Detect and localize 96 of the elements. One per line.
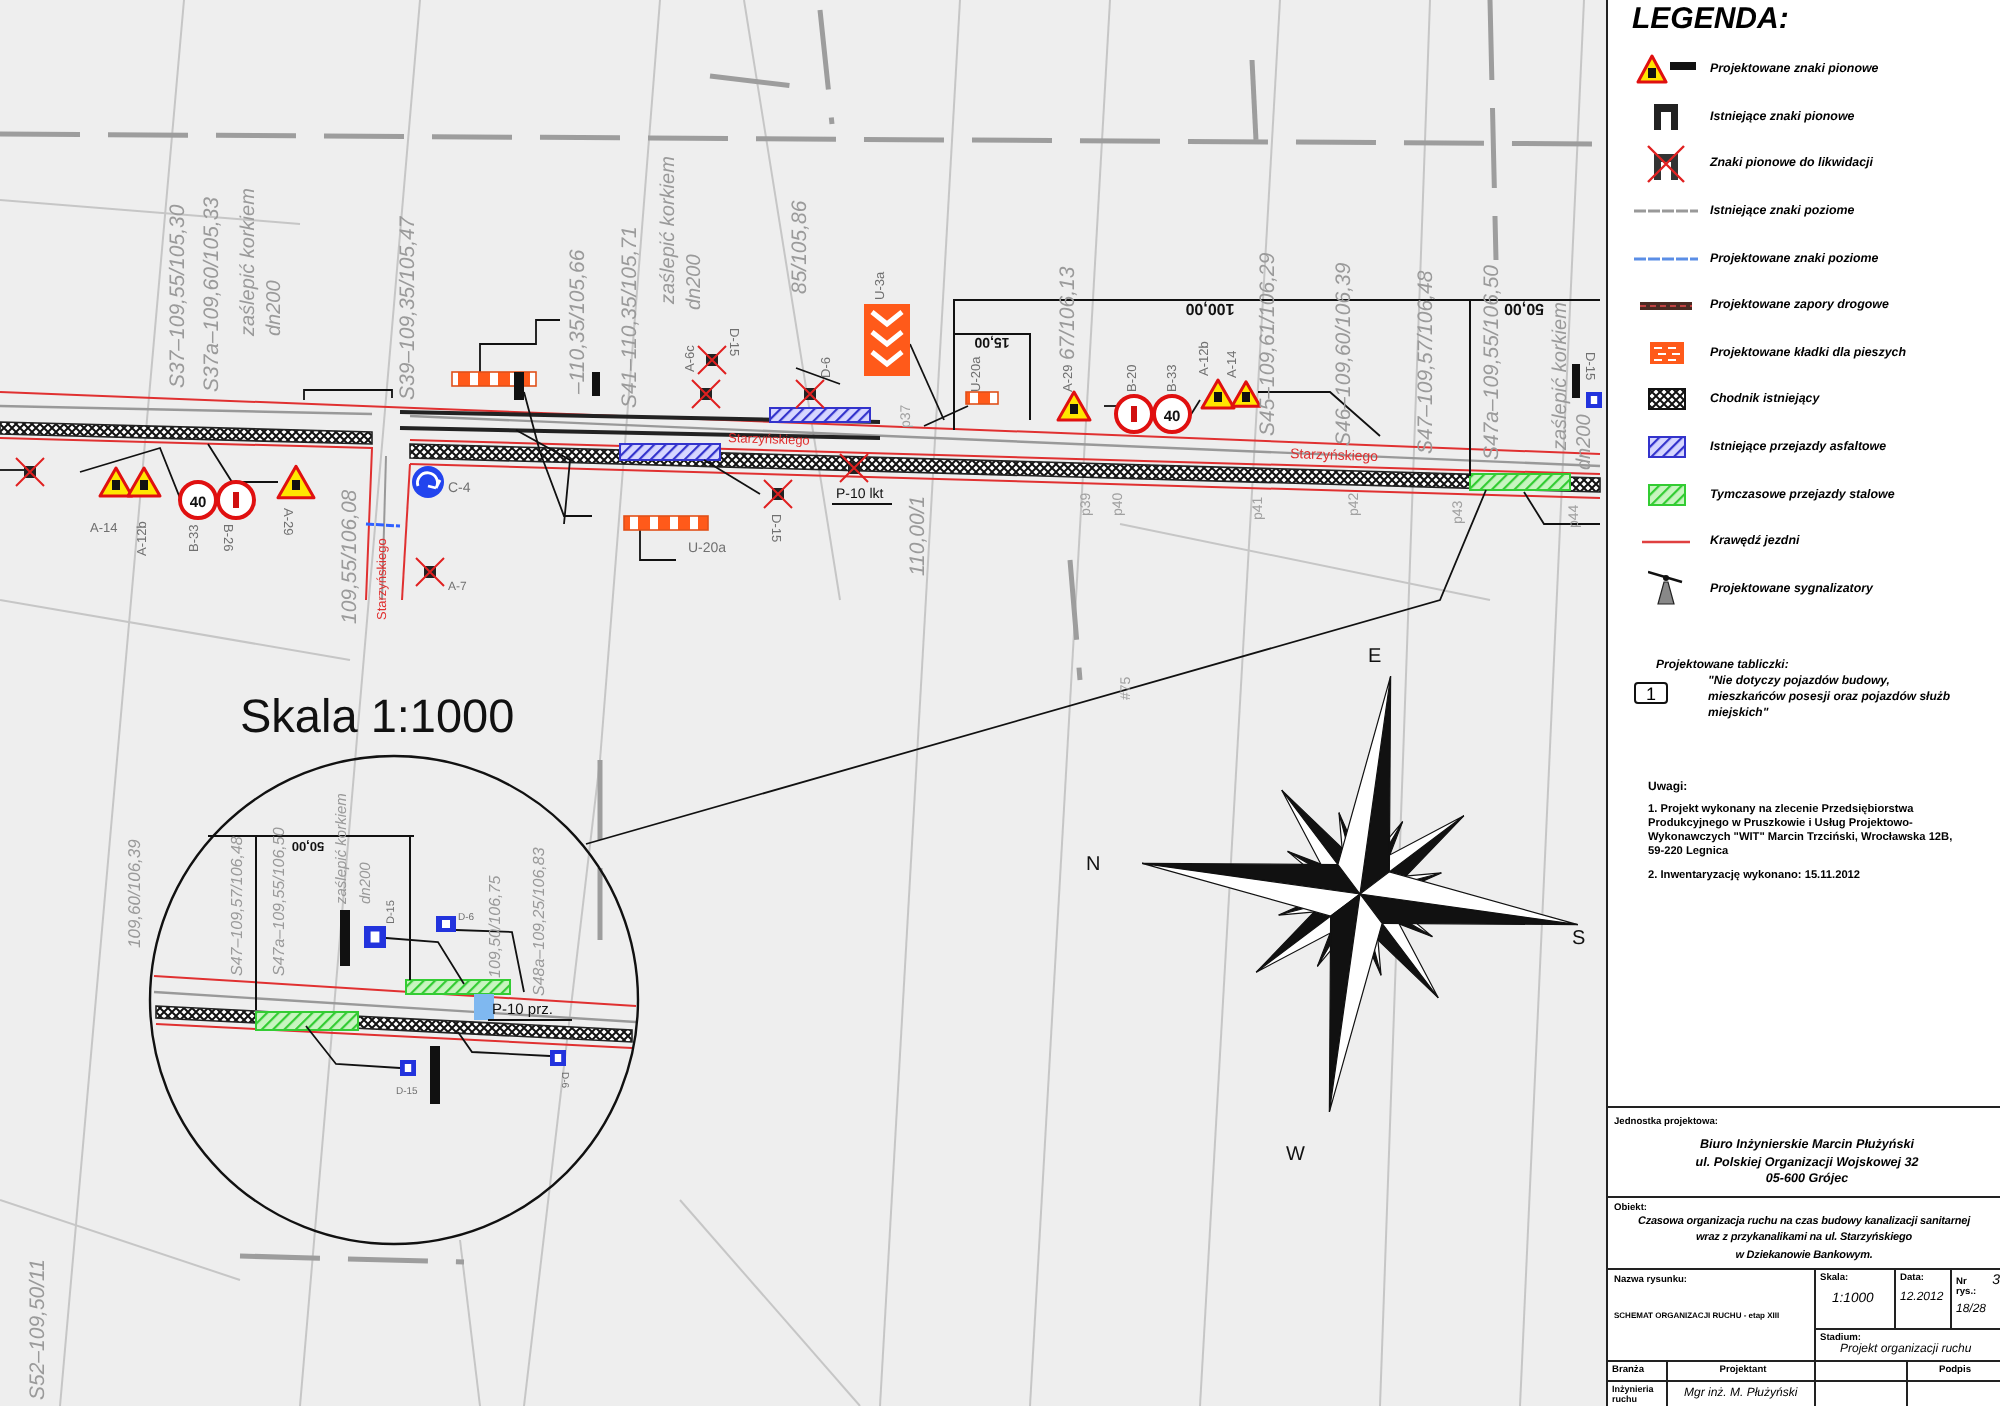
warning-sign-icon xyxy=(126,466,162,498)
sign-post-icon xyxy=(430,1046,440,1104)
warning-sign-icon xyxy=(1636,54,1696,85)
leader-line xyxy=(305,1025,401,1069)
leader-line xyxy=(1189,399,1201,417)
crossed-out-sign-icon xyxy=(1646,143,1686,184)
hatched-swatch-icon xyxy=(1647,483,1685,506)
plate-number: 1 xyxy=(1634,682,1668,705)
crossed-out-sign-icon xyxy=(839,453,869,483)
station-label: S52–109,50/11 xyxy=(26,1259,50,1400)
legend-title: LEGENDA: xyxy=(1630,0,1791,40)
dashed-line-icon xyxy=(1634,208,1698,215)
hatched-crossing-area xyxy=(405,979,511,995)
leader-line xyxy=(487,1019,573,1021)
leader-line xyxy=(303,389,393,401)
leader-line xyxy=(385,937,465,985)
leader-line xyxy=(515,429,571,525)
station-label: dn200 xyxy=(1574,414,1596,470)
dimension-value: 50,00 xyxy=(1503,300,1545,318)
crosshatch-swatch-icon xyxy=(1647,388,1685,411)
hatched-crossing-area xyxy=(255,1011,359,1031)
leader-line xyxy=(479,319,561,373)
barrier-panel-icon xyxy=(965,391,999,405)
compass-south-label: S xyxy=(1572,928,1586,950)
station-label: 85/105,86 xyxy=(788,200,812,294)
barrier-panel-icon xyxy=(1649,341,1683,364)
lamp-stand-icon xyxy=(1648,570,1684,607)
crossed-out-sign-icon xyxy=(15,457,45,487)
station-label: dn200 xyxy=(264,280,286,336)
warning-sign-icon xyxy=(1200,378,1236,410)
station-label: 109,60/106,39 xyxy=(124,839,144,948)
hatched-crossing-area xyxy=(1469,473,1571,491)
leader-line xyxy=(207,443,279,483)
solid-line-icon xyxy=(1642,539,1690,544)
station-label: 67/106,13 xyxy=(1056,266,1080,360)
hatched-crossing-area xyxy=(619,443,721,461)
station-label: S47–109,57/106,48 xyxy=(228,836,246,976)
station-label: S37–109,55/105,30 xyxy=(166,204,190,388)
leader-line xyxy=(1523,491,1601,525)
station-label: 109,50/106,75 xyxy=(486,875,504,978)
warning-sign-icon xyxy=(276,464,316,500)
sign-post-icon xyxy=(1572,364,1580,398)
station-label: S41–110,35/105,71 xyxy=(618,226,642,408)
station-label: S46–109,60/106,39 xyxy=(1332,262,1356,446)
crossed-out-sign-icon xyxy=(691,379,721,409)
station-label: S47–109,57/106,48 xyxy=(1414,270,1438,454)
station-label: S47a–109,55/106,50 xyxy=(270,827,288,976)
marking-area xyxy=(474,994,494,1020)
station-label: S39–109,35/105,47 xyxy=(396,216,420,400)
station-label: zaślepić korkiem xyxy=(1550,302,1572,450)
marking-line xyxy=(365,522,401,528)
compass-east-label: E xyxy=(1368,646,1382,668)
compass-north-label: N xyxy=(1086,854,1101,876)
barrier-panel-icon xyxy=(623,515,709,531)
speed-limit-sign-icon xyxy=(178,480,218,520)
hatched-crossing-area xyxy=(769,407,871,423)
sign-plate-icon xyxy=(1586,392,1602,408)
station-label: 110,00/1 xyxy=(906,495,930,576)
prohibition-sign-icon xyxy=(1114,394,1154,434)
sign-plate-icon xyxy=(364,926,386,948)
station-label: S47a–109,55/106,50 xyxy=(1480,264,1504,460)
chevron-board-icon xyxy=(864,304,910,376)
crossed-out-sign-icon xyxy=(763,479,793,509)
leader-line xyxy=(1103,405,1119,407)
leader-line xyxy=(0,469,25,471)
station-label: 109,55/106,08 xyxy=(338,489,362,624)
sign-post-icon xyxy=(514,372,524,400)
crossed-out-sign-icon xyxy=(795,379,825,409)
crossed-out-sign-icon xyxy=(697,345,727,375)
dashed-line-icon xyxy=(1634,255,1698,262)
hatched-swatch-icon xyxy=(1647,436,1685,459)
station-label: zaślepić korkiem xyxy=(238,188,260,336)
sign-post-icon xyxy=(340,910,350,966)
warning-sign-icon xyxy=(1230,380,1262,408)
leader-line xyxy=(457,1031,551,1057)
sign-plate-icon xyxy=(436,916,456,932)
station-label: –110,35/105,66 xyxy=(566,249,590,394)
barrier-line-icon xyxy=(1640,301,1692,310)
station-label: S45–109,61/106,29 xyxy=(1256,252,1280,436)
crossed-out-sign-icon xyxy=(415,557,445,587)
warning-sign-icon xyxy=(1056,390,1092,422)
station-label: S48a–109,25/106,83 xyxy=(530,847,548,996)
station-label: S37a–109,60/105,33 xyxy=(200,196,224,392)
speed-limit-sign-icon xyxy=(1152,394,1192,434)
station-label: dn200 xyxy=(684,254,706,310)
sign-plate-icon xyxy=(550,1050,566,1066)
arrow-sign-icon xyxy=(412,466,444,498)
station-label: zaślepić korkiem xyxy=(658,156,680,304)
dimension-value: 100,00 xyxy=(1185,300,1235,318)
compass-west-label: W xyxy=(1286,1144,1305,1166)
sign-post-icon xyxy=(592,372,600,396)
scale-label: Skala 1:1000 xyxy=(240,690,515,742)
prohibition-sign-icon xyxy=(216,480,256,520)
sign-plate-icon xyxy=(1654,103,1678,130)
leader-line xyxy=(79,446,185,499)
sign-plate-icon xyxy=(400,1060,416,1076)
